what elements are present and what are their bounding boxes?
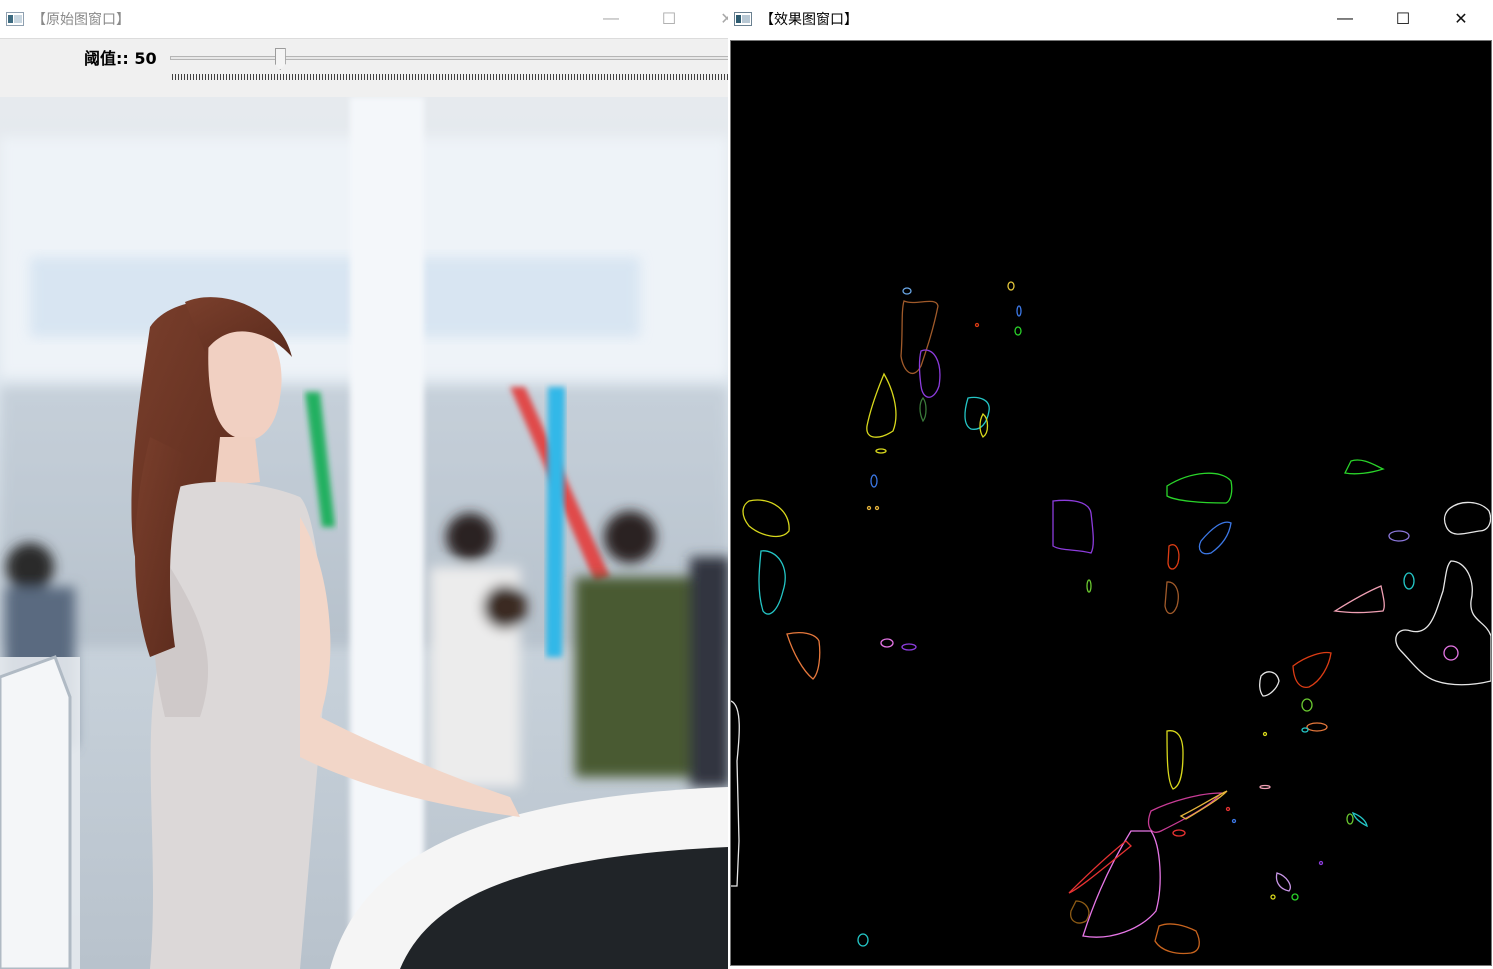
threshold-slider-thumb[interactable] xyxy=(274,48,286,70)
contour xyxy=(1166,472,1233,504)
contour xyxy=(1014,326,1022,336)
contour xyxy=(902,287,912,295)
contour xyxy=(1086,579,1092,593)
minimize-button[interactable]: — xyxy=(1316,0,1374,38)
close-button[interactable]: ✕ xyxy=(698,0,728,38)
contour xyxy=(786,632,821,680)
maximize-button[interactable]: ☐ xyxy=(1374,0,1432,38)
contour xyxy=(758,550,786,615)
contour xyxy=(870,474,878,488)
contour xyxy=(1443,645,1459,661)
threshold-slider-track[interactable] xyxy=(170,56,728,60)
contour xyxy=(919,396,927,423)
contour xyxy=(1198,521,1232,555)
contour xyxy=(1172,829,1186,837)
contour xyxy=(1291,893,1299,901)
contour xyxy=(1403,572,1415,590)
contour xyxy=(1275,872,1291,892)
contour xyxy=(979,413,989,438)
source-photo xyxy=(0,97,728,969)
contour xyxy=(1344,459,1385,475)
contour xyxy=(1070,900,1090,924)
contour xyxy=(901,643,917,651)
effect-image-window: 【效果图窗口】 — ☐ ✕ xyxy=(728,0,1493,969)
app-icon xyxy=(734,12,752,26)
contour xyxy=(874,505,880,511)
threshold-label: 阈值:: 50 xyxy=(84,49,157,68)
contour xyxy=(1292,651,1332,689)
contour xyxy=(1007,281,1015,291)
contour xyxy=(1147,792,1223,833)
contour xyxy=(730,700,740,887)
contour-result-canvas xyxy=(730,40,1492,966)
original-window-titlebar[interactable]: 【原始图窗口】 — ☐ ✕ xyxy=(0,0,728,38)
original-window-title: 【原始图窗口】 xyxy=(32,11,130,27)
threshold-trackbar-panel: 阈值:: 50 xyxy=(0,38,728,98)
contour xyxy=(1270,894,1276,900)
contour xyxy=(866,372,897,438)
contour xyxy=(1082,830,1161,938)
contour xyxy=(1346,813,1354,825)
effect-window-titlebar[interactable]: 【效果图窗口】 — ☐ ✕ xyxy=(728,0,1493,38)
maximize-button[interactable]: ☐ xyxy=(640,0,698,38)
contour xyxy=(1068,840,1132,894)
contour xyxy=(1166,730,1184,790)
contour xyxy=(1052,499,1094,554)
contour xyxy=(875,448,887,454)
threshold-slider-ticks xyxy=(172,74,728,80)
contour xyxy=(1225,806,1231,812)
contour xyxy=(1154,923,1200,955)
contour xyxy=(866,505,872,511)
contour xyxy=(1318,860,1324,866)
effect-window-title: 【效果图窗口】 xyxy=(760,11,858,27)
minimize-button[interactable]: — xyxy=(582,0,640,38)
contour xyxy=(1333,585,1385,614)
source-photo-illustration xyxy=(0,97,728,969)
contour xyxy=(1262,731,1268,737)
contour xyxy=(880,638,894,648)
contour xyxy=(1301,698,1313,712)
contour xyxy=(1179,790,1228,820)
contour xyxy=(974,322,980,328)
app-icon xyxy=(6,12,24,26)
contour xyxy=(1231,818,1237,824)
contour xyxy=(1164,581,1179,615)
contour xyxy=(1016,305,1022,317)
contour xyxy=(742,499,790,538)
contour xyxy=(1167,544,1180,570)
contour xyxy=(1351,811,1368,828)
contour xyxy=(1395,501,1492,686)
contour xyxy=(857,933,869,947)
close-button[interactable]: ✕ xyxy=(1432,0,1490,38)
contour xyxy=(1306,722,1328,732)
contour xyxy=(1259,784,1271,790)
contour xyxy=(1388,530,1410,542)
contour xyxy=(1301,727,1309,733)
contour xyxy=(918,349,941,398)
original-image-window: 【原始图窗口】 — ☐ ✕ 阈值:: 50 xyxy=(0,0,729,969)
contour xyxy=(1259,671,1280,697)
contour-drawing xyxy=(730,281,1492,955)
contour xyxy=(964,396,990,430)
